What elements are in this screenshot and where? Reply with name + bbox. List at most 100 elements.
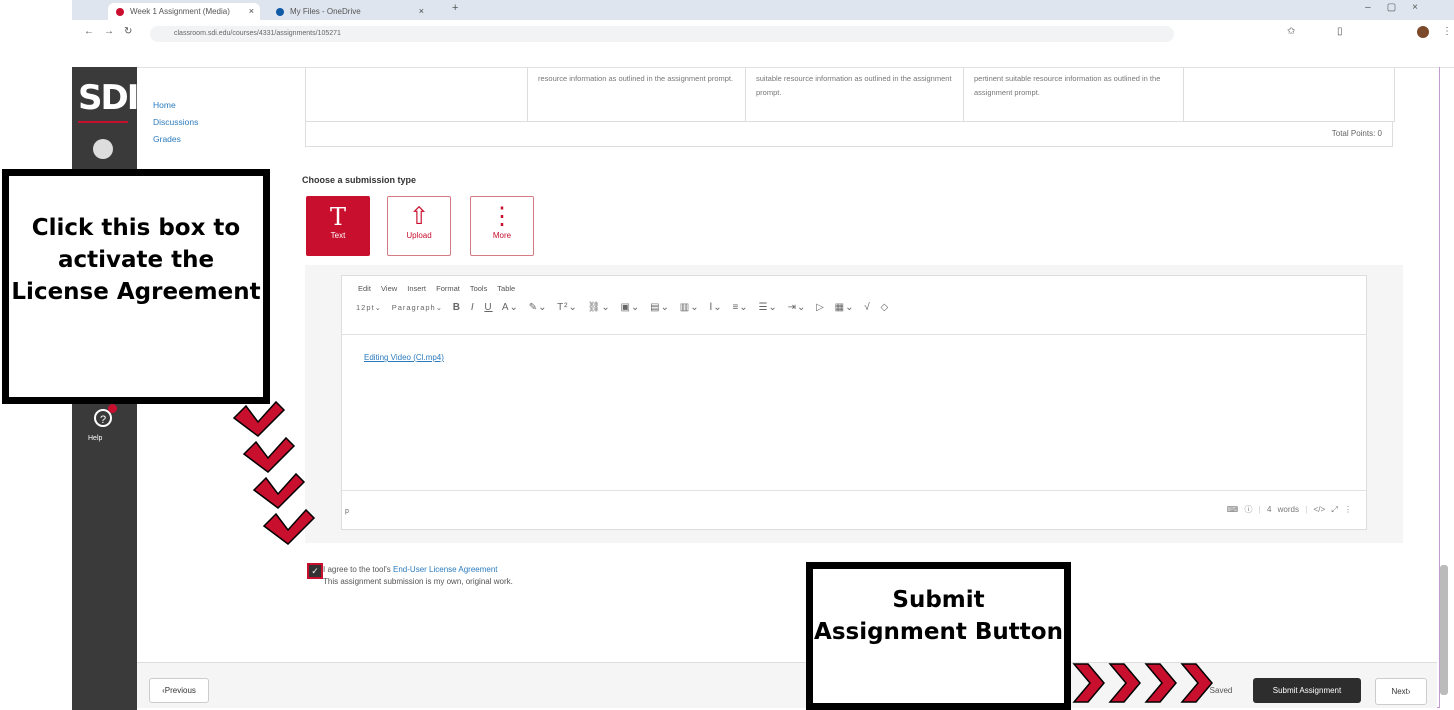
resize-handle-icon[interactable]: ⋮ bbox=[1344, 505, 1352, 514]
media-icon[interactable]: ▤⌄ bbox=[650, 302, 670, 313]
editor-status-bar: ⌨ ⓘ | 4 words | </> ⤢ ⋮ bbox=[1226, 505, 1352, 514]
element-path: p bbox=[345, 508, 349, 515]
rubric-cell: pertinent suitable resource information … bbox=[963, 67, 1183, 121]
agreement-originality-statement: This assignment submission is my own, or… bbox=[323, 577, 513, 586]
course-navigation: Home Discussions Grades bbox=[153, 92, 198, 153]
close-icon[interactable]: × bbox=[249, 3, 254, 20]
text-T-icon: T bbox=[329, 203, 346, 231]
extensions-icon[interactable]: ✩ bbox=[1287, 26, 1295, 37]
chevron-down-arrow-icon bbox=[262, 508, 316, 545]
forward-arrow-icon[interactable]: → bbox=[104, 26, 114, 37]
submission-type-label: More bbox=[492, 231, 512, 240]
table-icon[interactable]: ▦⌄ bbox=[835, 302, 855, 313]
browser-tab-assignment[interactable]: Week 1 Assignment (Media) × bbox=[108, 3, 260, 20]
chevron-down-arrow-icon bbox=[242, 436, 296, 473]
keyboard-shortcuts-icon[interactable]: ⌨ bbox=[1227, 505, 1239, 514]
fullscreen-icon[interactable]: ⤢ bbox=[1331, 505, 1337, 514]
tab-title: My Files - OneDrive bbox=[290, 7, 361, 16]
license-agreement-text: I agree to the tool's End-User License A… bbox=[323, 564, 513, 588]
word-count[interactable]: 4 words bbox=[1267, 505, 1299, 514]
next-button[interactable]: Next› bbox=[1375, 678, 1427, 705]
highlight-icon[interactable]: ✎⌄ bbox=[529, 302, 548, 313]
account-avatar[interactable] bbox=[93, 139, 113, 159]
link-icon[interactable]: ⛓⌄ bbox=[588, 302, 611, 313]
pointer-arrows-right-icon bbox=[1072, 663, 1213, 703]
editor-menubar: Edit View Insert Format Tools Table bbox=[358, 284, 515, 293]
text-color-icon[interactable]: A⌄ bbox=[502, 302, 519, 313]
submission-type-more-button[interactable]: ⋮ More bbox=[470, 196, 534, 256]
rubric-total-points: Total Points: 0 bbox=[305, 121, 1393, 147]
rubric-table: resource information as outlined in the … bbox=[305, 67, 1395, 122]
previous-button[interactable]: ‹Previous bbox=[149, 678, 209, 703]
eula-link[interactable]: End-User License Agreement bbox=[393, 565, 498, 574]
rich-text-editor[interactable]: Edit View Insert Format Tools Table 12pt… bbox=[341, 275, 1367, 530]
chevron-right-arrow-icon bbox=[1108, 663, 1141, 703]
browser-tab-onedrive[interactable]: My Files - OneDrive × bbox=[268, 3, 430, 20]
profile-avatar[interactable] bbox=[1417, 26, 1429, 38]
submission-type-upload-button[interactable]: ⇧ Upload bbox=[387, 196, 451, 256]
chevron-right-arrow-icon bbox=[1180, 663, 1213, 703]
document-icon[interactable]: ▥⌄ bbox=[680, 302, 700, 313]
rubric-cell: suitable resource information as outline… bbox=[745, 67, 963, 121]
menu-edit[interactable]: Edit bbox=[358, 284, 371, 293]
menu-table[interactable]: Table bbox=[497, 284, 515, 293]
url-field[interactable]: classroom.sdi.edu/courses/4331/assignmen… bbox=[150, 26, 1174, 42]
embed-icon[interactable]: ▷ bbox=[816, 302, 825, 313]
help-label: Help bbox=[88, 435, 103, 442]
tab-title: Week 1 Assignment (Media) bbox=[130, 7, 230, 16]
license-callout-box: Click this box to activate the License A… bbox=[2, 169, 270, 404]
submit-assignment-button[interactable]: Submit Assignment bbox=[1253, 678, 1361, 703]
menu-insert[interactable]: Insert bbox=[407, 284, 426, 293]
rubric-cell: resource information as outlined in the … bbox=[527, 67, 745, 121]
chevron-down-arrow-icon bbox=[252, 472, 306, 509]
cloud-icon bbox=[276, 8, 284, 16]
browser-menu-icon[interactable]: ⋮ bbox=[1442, 26, 1452, 37]
lti-tools-icon[interactable]: ◇ bbox=[881, 302, 890, 313]
pointer-arrows-icon bbox=[232, 400, 316, 545]
menu-view[interactable]: View bbox=[381, 284, 397, 293]
italic-icon[interactable]: I bbox=[471, 302, 475, 313]
bold-icon[interactable]: B bbox=[453, 302, 461, 313]
reload-icon[interactable]: ↻ bbox=[124, 26, 132, 37]
accessibility-checker-icon[interactable]: ⓘ bbox=[1244, 505, 1252, 514]
clear-format-icon[interactable]: Ⅰ⌄ bbox=[709, 302, 722, 313]
block-format-select[interactable]: Paragraph bbox=[392, 303, 436, 312]
new-tab-plus-icon[interactable]: + bbox=[452, 2, 458, 14]
indent-icon[interactable]: ⇥⌄ bbox=[788, 302, 807, 313]
page-scrollbar[interactable] bbox=[1440, 565, 1448, 695]
window-controls-icon[interactable]: –▢× bbox=[1365, 2, 1434, 13]
list-icon[interactable]: ☰⌄ bbox=[758, 302, 777, 313]
notification-badge bbox=[108, 404, 117, 413]
next-label: Next bbox=[1391, 687, 1408, 696]
align-icon[interactable]: ≡⌄ bbox=[732, 302, 748, 313]
chevron-right-arrow-icon bbox=[1144, 663, 1177, 703]
menu-format[interactable]: Format bbox=[436, 284, 460, 293]
submission-type-heading: Choose a submission type bbox=[302, 175, 417, 185]
back-arrow-icon[interactable]: ← bbox=[84, 26, 94, 37]
image-icon[interactable]: ▣⌄ bbox=[621, 302, 641, 313]
license-agreement-checkbox[interactable]: ✓ bbox=[307, 563, 323, 579]
html-editor-toggle[interactable]: </> bbox=[1314, 505, 1326, 514]
chevron-right-arrow-icon bbox=[1072, 663, 1105, 703]
editor-content-area[interactable]: Editing Video (Cl.mp4) bbox=[342, 334, 1366, 491]
underline-icon[interactable]: U bbox=[484, 302, 492, 313]
tab-favicon-icon bbox=[116, 8, 124, 16]
submit-callout-box: Submit Assignment Button bbox=[806, 562, 1071, 710]
superscript-icon[interactable]: T²⌄ bbox=[557, 302, 578, 313]
upload-icon: ⇧ bbox=[408, 203, 430, 230]
sdi-logo[interactable]: SDI bbox=[78, 75, 139, 123]
equation-icon[interactable]: √ bbox=[864, 302, 871, 313]
address-bar: ← → ↻ classroom.sdi.edu/courses/4331/ass… bbox=[72, 20, 1454, 68]
embedded-file-link[interactable]: Editing Video (Cl.mp4) bbox=[364, 353, 444, 362]
agreement-prefix: I agree to the tool's bbox=[323, 565, 394, 574]
submission-type-label: Text bbox=[330, 231, 346, 240]
submission-type-text-button[interactable]: T Text bbox=[306, 196, 370, 256]
menu-tools[interactable]: Tools bbox=[470, 284, 488, 293]
close-icon[interactable]: × bbox=[419, 3, 424, 20]
editor-toolbar: 12pt⌄ Paragraph⌄ B I U A⌄ ✎⌄ T²⌄ ⛓⌄ ▣⌄ ▤… bbox=[356, 302, 890, 313]
font-size-select[interactable]: 12pt bbox=[356, 303, 375, 312]
submission-type-label: Upload bbox=[406, 231, 432, 240]
rubric-cell bbox=[1183, 67, 1393, 121]
bookmark-icon[interactable]: ▯ bbox=[1337, 26, 1343, 37]
previous-label: Previous bbox=[164, 686, 196, 695]
